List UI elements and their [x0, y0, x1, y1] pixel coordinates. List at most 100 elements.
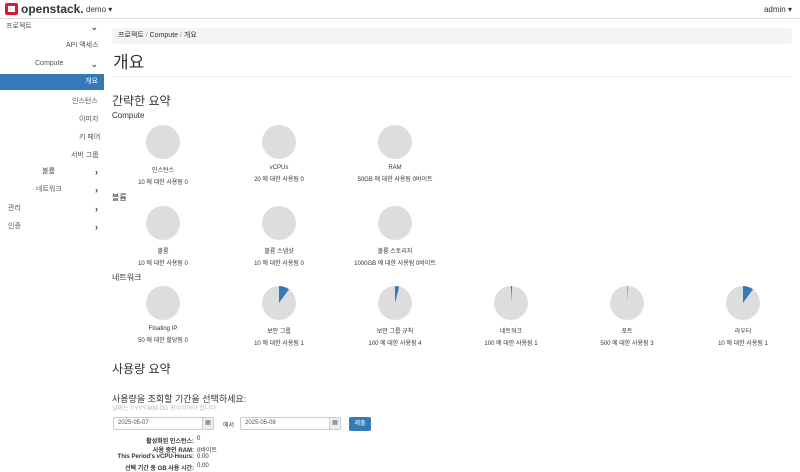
usage-stat-label: 사용 중인 RAM:	[152, 448, 194, 454]
sidebar-item-label: 볼륨	[42, 168, 55, 175]
chart-label: 보안 그룹	[267, 329, 291, 335]
date-format-hint: 날짜는 YYYY-MM-DD 형식이어야 합니다.	[112, 406, 218, 412]
sidebar-item-overview[interactable]: 개요	[0, 74, 104, 90]
usage-pie-chart	[262, 286, 296, 320]
end-date-input[interactable]: 2025-05-08 ▦	[240, 417, 341, 430]
quota-chart: 보안 그룹 10 에 대한 사용됨 1	[219, 286, 339, 347]
chart-usage-text: 50 에 대한 할당됨 0	[138, 338, 188, 344]
pie-background	[378, 125, 412, 159]
sidebar-item-label: Compute	[35, 60, 64, 67]
project-selector[interactable]: demo ▾	[86, 5, 112, 14]
chart-label: 보안 그룹 규칙	[376, 329, 414, 335]
chart-usage-text: 10 에 대한 사용됨 1	[254, 341, 304, 347]
sidebar-item-label: 관리	[8, 205, 21, 212]
start-date-input[interactable]: 2025-05-07 ▦	[113, 417, 214, 430]
usage-pie-chart	[726, 286, 760, 320]
submit-button[interactable]: 제출	[349, 417, 371, 431]
usage-stat-label: This Period's vCPU-Hours:	[117, 454, 194, 460]
usage-pie-chart	[262, 206, 296, 240]
date-range-to: 에서	[223, 423, 235, 429]
sidebar-item-network[interactable]: 네트워크 ›	[36, 182, 104, 198]
chart-usage-text: 10 에 대한 사용됨 0	[138, 261, 188, 267]
sidebar-item-volumes[interactable]: 볼륨 ›	[42, 164, 104, 180]
breadcrumb-overview: 개요	[183, 32, 197, 39]
breadcrumb-project[interactable]: 프로젝트	[118, 32, 144, 39]
usage-pie-chart	[262, 125, 296, 159]
sidebar-item-images[interactable]: 이미지	[79, 112, 98, 128]
breadcrumb: 프로젝트 / Compute / 개요	[112, 28, 792, 44]
openstack-logo-icon[interactable]	[5, 3, 18, 15]
pie-background	[146, 125, 180, 159]
chart-label: 볼륨 스토리지	[377, 249, 413, 255]
chart-label: 인스턴스	[151, 168, 175, 174]
sidebar-item-admin[interactable]: 관리 ›	[8, 201, 104, 217]
usage-stat-value: 0.00	[197, 454, 209, 460]
chart-usage-text: 100 에 대한 사용됨 1	[484, 341, 538, 347]
chart-label: 포트	[621, 329, 633, 335]
chart-label: 볼륨 스냅샷	[264, 249, 294, 255]
chart-usage-text: 10 에 대한 사용됨 0	[138, 180, 188, 186]
chart-usage-text: 1000GB 에 대한 사용됨 0바이트	[354, 261, 436, 267]
end-date-value: 2025-05-08	[245, 420, 276, 426]
quota-chart: 볼륨 스냅샷 10 에 대한 사용됨 0	[219, 206, 339, 267]
pie-background	[146, 286, 180, 320]
sidebar-item-instances[interactable]: 인스턴스	[72, 94, 98, 110]
page-title: 개요	[113, 53, 145, 72]
pie-background	[378, 206, 412, 240]
sidebar-item-label: 인스턴스	[72, 98, 98, 105]
chart-usage-text: 500 에 대한 사용됨 3	[600, 341, 654, 347]
quota-chart: 볼륨 스토리지 1000GB 에 대한 사용됨 0바이트	[335, 206, 455, 267]
chart-label: 볼륨	[157, 249, 169, 255]
brand-name[interactable]: openstack.	[21, 2, 84, 16]
top-navbar: openstack. demo ▾ admin ▾	[0, 0, 800, 19]
usage-pie-chart	[378, 125, 412, 159]
calendar-icon[interactable]: ▦	[329, 418, 340, 429]
usage-heading: 사용량 요약	[112, 362, 171, 376]
usage-pie-chart	[494, 286, 528, 320]
start-date-value: 2025-05-07	[118, 420, 149, 426]
quota-chart: 볼륨 10 에 대한 사용됨 0	[103, 206, 223, 267]
quota-chart: RAM 50GB 에 대한 사용됨 0바이트	[335, 125, 455, 183]
sidebar-item-identity[interactable]: 인증 ›	[8, 219, 104, 235]
usage-stat-label: 활성화된 인스턴스:	[146, 439, 194, 445]
breadcrumb-separator: /	[145, 32, 148, 39]
usage-pie-chart	[146, 286, 180, 320]
chart-usage-text: 10 에 대한 사용됨 1	[718, 341, 768, 347]
breadcrumb-compute[interactable]: Compute	[150, 32, 178, 39]
chevron-right-icon: ›	[95, 167, 98, 177]
sidebar-item-keypairs[interactable]: 키 페어	[79, 130, 100, 146]
sidebar-item-compute[interactable]: Compute ⌄	[35, 56, 104, 72]
usage-pie-chart	[146, 125, 180, 159]
chevron-right-icon: ›	[95, 185, 98, 195]
quota-chart: 라우터 10 에 대한 사용됨 1	[683, 286, 800, 347]
pie-background	[262, 206, 296, 240]
usage-stat-value: 0	[197, 436, 201, 442]
chevron-right-icon: ›	[95, 204, 98, 214]
chevron-right-icon: ›	[95, 222, 98, 232]
sidebar-item-api-access[interactable]: API 액세스	[66, 38, 104, 54]
sidebar-item-label: 서버 그룹	[71, 152, 99, 159]
usage-pie-chart	[378, 206, 412, 240]
sidebar-item-label: 개요	[85, 78, 98, 85]
network-heading: 네트워크	[112, 273, 142, 282]
breadcrumb-separator: /	[179, 32, 182, 39]
sidebar-item-server-groups[interactable]: 서버 그룹	[71, 148, 99, 164]
sidebar-item-project[interactable]: 프로젝트 ⌄	[6, 19, 104, 35]
quota-chart: Floating IP 50 에 대한 할당됨 0	[103, 286, 223, 344]
sidebar-item-label: 프로젝트	[6, 23, 32, 30]
usage-stat-value: 0바이트	[197, 448, 217, 454]
pie-background	[146, 206, 180, 240]
quota-chart: 포트 500 에 대한 사용됨 3	[567, 286, 687, 347]
quota-chart: vCPUs 20 에 대한 사용됨 0	[219, 125, 339, 183]
calendar-icon[interactable]: ▦	[202, 418, 213, 429]
user-menu[interactable]: admin ▾	[764, 5, 792, 14]
divider	[112, 76, 792, 77]
pie-background	[262, 125, 296, 159]
chart-usage-text: 10 에 대한 사용됨 0	[254, 261, 304, 267]
usage-pie-chart	[378, 286, 412, 320]
chart-label: Floating IP	[148, 326, 178, 332]
chart-usage-text: 100 에 대한 사용됨 4	[368, 341, 422, 347]
quota-chart: 네트워크 100 에 대한 사용됨 1	[451, 286, 571, 347]
sidebar-item-label: 인증	[8, 223, 21, 230]
sidebar-item-label: 키 페어	[79, 134, 101, 141]
